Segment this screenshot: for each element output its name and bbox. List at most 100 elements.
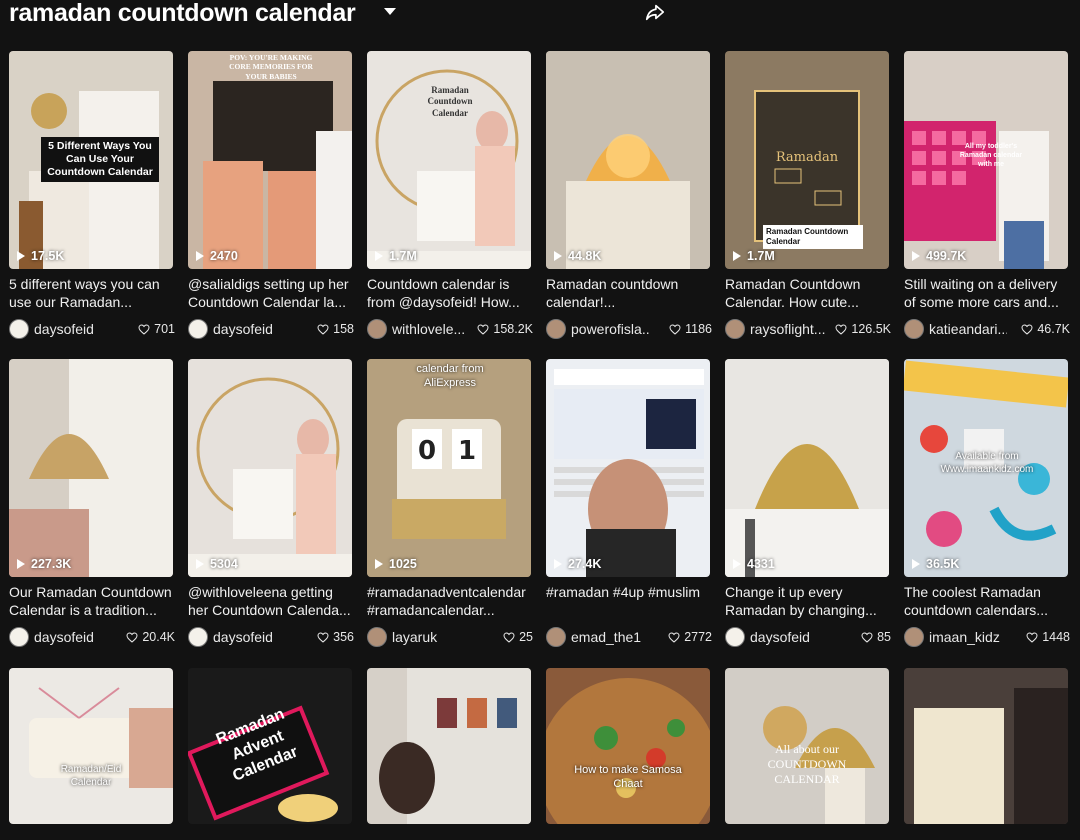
video-thumbnail[interactable]: Available from Www.imaankidz.com 36.5K bbox=[904, 359, 1068, 577]
like-count-value: 46.7K bbox=[1037, 322, 1070, 336]
video-caption[interactable]: @withloveleena getting her Countdown Cal… bbox=[188, 583, 354, 619]
video-card[interactable]: Ramadan Ramadan Countdown Calendar 1.7M Ram… bbox=[725, 51, 891, 339]
video-card[interactable]: How to make Samosa Chaat bbox=[546, 668, 712, 824]
video-card[interactable]: 5304 @withloveleena getting her Countdown… bbox=[188, 359, 354, 647]
video-thumbnail[interactable]: How to make Samosa Chaat bbox=[546, 668, 710, 824]
avatar[interactable] bbox=[9, 319, 29, 339]
video-card[interactable]: 44.8K Ramadan countdown calendar!... power… bbox=[546, 51, 712, 339]
video-meta: daysofeid 356 bbox=[188, 627, 354, 647]
username-link[interactable]: raysoflight... bbox=[750, 321, 828, 337]
video-caption[interactable]: Countdown calendar is from @daysofeid! H… bbox=[367, 275, 533, 311]
avatar[interactable] bbox=[725, 627, 745, 647]
avatar[interactable] bbox=[188, 319, 208, 339]
video-card[interactable]: 5 Different Ways You Can Use Your Countd… bbox=[9, 51, 175, 339]
username-link[interactable]: imaan_kidz bbox=[929, 629, 1007, 645]
video-thumbnail[interactable]: 44.8K bbox=[546, 51, 710, 269]
thumbnail-image bbox=[379, 668, 531, 824]
share-icon[interactable] bbox=[644, 1, 666, 23]
video-overlay-text: Ramadan Countdown Calendar bbox=[427, 85, 473, 118]
video-meta: daysofeid 158 bbox=[188, 319, 354, 339]
play-icon bbox=[17, 251, 25, 261]
avatar[interactable] bbox=[725, 319, 745, 339]
username-link[interactable]: katieandari... bbox=[929, 321, 1007, 337]
svg-text:Ramadan: Ramadan bbox=[776, 150, 839, 165]
video-thumbnail[interactable]: 0 1 calendar from AliExpress 1025 bbox=[367, 359, 531, 577]
video-card[interactable]: All about our COUNTDOWN CALENDAR bbox=[725, 668, 891, 824]
username-link[interactable]: daysofeid bbox=[750, 629, 828, 645]
avatar[interactable] bbox=[188, 627, 208, 647]
video-caption[interactable]: Change it up every Ramadan by changing..… bbox=[725, 583, 891, 619]
video-thumbnail[interactable]: Ramadan Advent Calendar bbox=[188, 668, 352, 824]
video-thumbnail[interactable] bbox=[904, 668, 1068, 824]
username-link[interactable]: withlovele... bbox=[392, 321, 470, 337]
video-caption[interactable]: @salialdigs setting up her Countdown Cal… bbox=[188, 275, 354, 311]
thumbnail-image bbox=[29, 687, 173, 788]
video-thumbnail[interactable]: 5 Different Ways You Can Use Your Countd… bbox=[9, 51, 173, 269]
like-count-value: 701 bbox=[154, 322, 175, 336]
chevron-down-icon[interactable] bbox=[384, 8, 396, 15]
heart-icon bbox=[668, 631, 680, 643]
video-caption[interactable]: Ramadan Countdown Calendar. How cute... bbox=[725, 275, 891, 311]
video-thumbnail[interactable] bbox=[367, 668, 531, 824]
username-link[interactable]: daysofeid bbox=[34, 629, 112, 645]
video-thumbnail[interactable]: 227.3K bbox=[9, 359, 173, 577]
username-link[interactable]: layaruk bbox=[392, 629, 470, 645]
video-caption[interactable]: #ramadanadventcalendar #ramadancalendar.… bbox=[367, 583, 533, 619]
video-thumbnail[interactable]: 27.4K bbox=[546, 359, 710, 577]
like-count: 1186 bbox=[669, 322, 712, 336]
video-card[interactable]: All my toddler's Ramadan calendar with m… bbox=[904, 51, 1070, 339]
avatar[interactable] bbox=[367, 627, 387, 647]
video-card[interactable] bbox=[367, 668, 533, 824]
thumbnail-image bbox=[546, 51, 710, 269]
video-thumbnail[interactable]: 5304 bbox=[188, 359, 352, 577]
username-link[interactable]: daysofeid bbox=[213, 629, 291, 645]
video-thumbnail[interactable]: Ramadan/Eid Calendar bbox=[9, 668, 173, 824]
video-card[interactable]: Ramadan Countdown Calendar 1.7M Countdown … bbox=[367, 51, 533, 339]
view-count-value: 4331 bbox=[747, 557, 775, 571]
video-caption[interactable]: The coolest Ramadan countdown calendars.… bbox=[904, 583, 1070, 619]
video-caption[interactable]: Our Ramadan Countdown Calendar is a trad… bbox=[9, 583, 175, 619]
like-count: 126.5K bbox=[835, 322, 891, 336]
video-thumbnail[interactable]: Ramadan Countdown Calendar 1.7M bbox=[367, 51, 531, 269]
video-card[interactable]: 4331 Change it up every Ramadan by changi… bbox=[725, 359, 891, 647]
username-link[interactable]: emad_the1 bbox=[571, 629, 649, 645]
username-link[interactable]: daysofeid bbox=[213, 321, 291, 337]
avatar[interactable] bbox=[367, 319, 387, 339]
video-thumbnail[interactable]: All my toddler's Ramadan calendar with m… bbox=[904, 51, 1068, 269]
play-icon bbox=[912, 559, 920, 569]
thumbnail-image bbox=[904, 668, 1068, 824]
view-count: 1.7M bbox=[375, 249, 417, 263]
video-card[interactable]: Ramadan/Eid Calendar bbox=[9, 668, 175, 824]
avatar[interactable] bbox=[546, 319, 566, 339]
video-thumbnail[interactable]: 4331 bbox=[725, 359, 889, 577]
video-card[interactable]: POV: YOU'RE MAKING CORE MEMORIES FOR YOU… bbox=[188, 51, 354, 339]
video-card[interactable]: 0 1 calendar from AliExpress 1025 #ramadanad… bbox=[367, 359, 533, 647]
video-card[interactable] bbox=[904, 668, 1070, 824]
avatar[interactable] bbox=[546, 627, 566, 647]
avatar[interactable] bbox=[904, 627, 924, 647]
heart-icon bbox=[317, 323, 329, 335]
video-card[interactable]: 27.4K #ramadan #4up #muslim emad_the1 2772 bbox=[546, 359, 712, 647]
avatar[interactable] bbox=[904, 319, 924, 339]
video-card[interactable]: Ramadan Advent Calendar bbox=[188, 668, 354, 824]
video-card[interactable]: 227.3K Our Ramadan Countdown Calendar is … bbox=[9, 359, 175, 647]
play-icon bbox=[375, 559, 383, 569]
video-thumbnail[interactable]: All about our COUNTDOWN CALENDAR bbox=[725, 668, 889, 824]
username-link[interactable]: daysofeid bbox=[34, 321, 112, 337]
video-caption[interactable]: #ramadan #4up #muslim bbox=[546, 583, 712, 619]
play-icon bbox=[17, 559, 25, 569]
avatar[interactable] bbox=[9, 627, 29, 647]
video-caption[interactable]: 5 different ways you can use our Ramadan… bbox=[9, 275, 175, 311]
video-caption[interactable]: Still waiting on a delivery of some more… bbox=[904, 275, 1070, 311]
view-count: 4331 bbox=[733, 557, 775, 571]
video-thumbnail[interactable]: Ramadan Ramadan Countdown Calendar 1.7M bbox=[725, 51, 889, 269]
username-link[interactable]: powerofisla... bbox=[571, 321, 649, 337]
view-count: 1025 bbox=[375, 557, 417, 571]
view-count-value: 2470 bbox=[210, 249, 238, 263]
video-caption[interactable]: Ramadan countdown calendar!... bbox=[546, 275, 712, 311]
video-overlay-text: 5 Different Ways You Can Use Your Countd… bbox=[41, 137, 159, 183]
video-thumbnail[interactable]: POV: YOU'RE MAKING CORE MEMORIES FOR YOU… bbox=[188, 51, 352, 269]
video-card[interactable]: Available from Www.imaankidz.com 36.5K The… bbox=[904, 359, 1070, 647]
search-header: ramadan countdown calendar bbox=[0, 0, 1080, 30]
video-overlay-text: calendar from AliExpress bbox=[416, 363, 484, 389]
